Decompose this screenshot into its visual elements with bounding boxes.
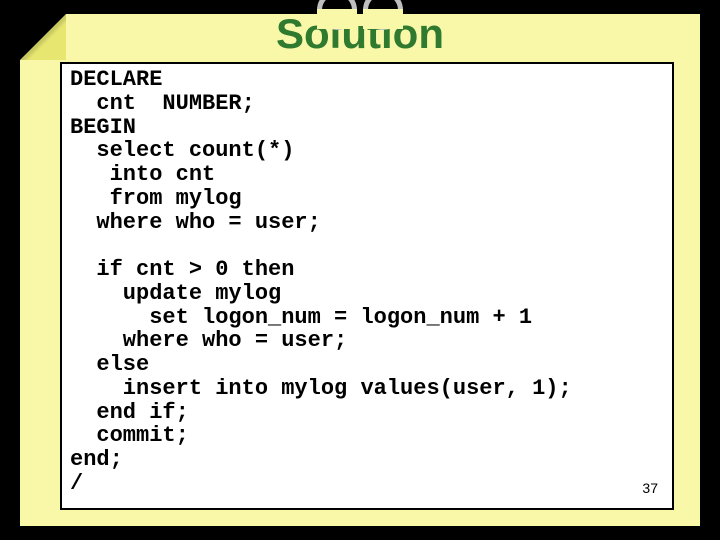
code-block: DECLARE cnt NUMBER; BEGIN select count(*… xyxy=(70,68,664,496)
slide-number: 37 xyxy=(642,480,658,496)
code-container: DECLARE cnt NUMBER; BEGIN select count(*… xyxy=(60,62,674,510)
page-fold-corner xyxy=(20,14,66,60)
binder-rings xyxy=(310,0,410,20)
ring-icon xyxy=(363,0,403,30)
ring-icon xyxy=(317,0,357,30)
